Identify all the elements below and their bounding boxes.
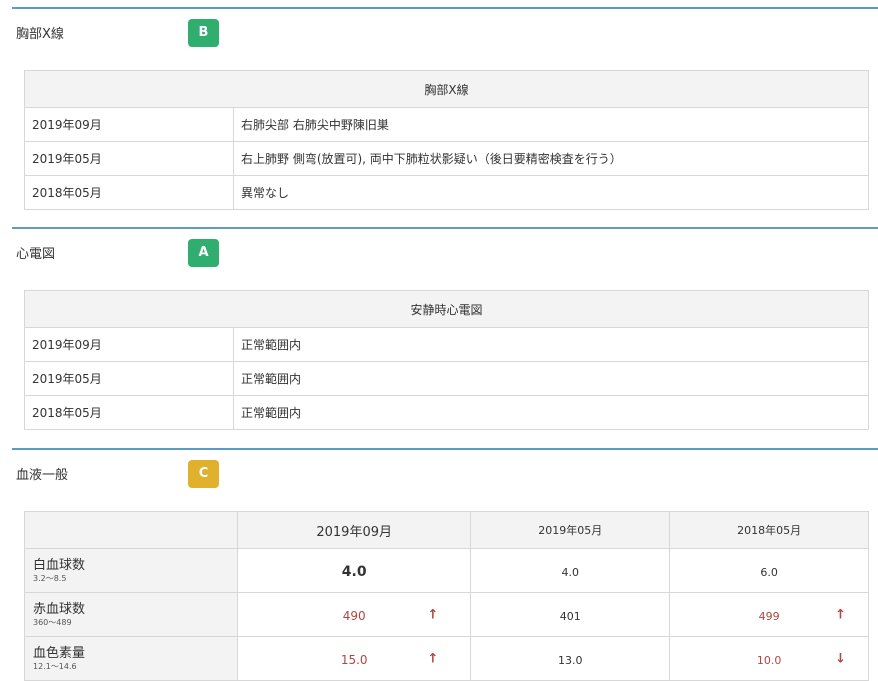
value-cell: 15.0 ↑: [236, 636, 472, 681]
reference-range: 12.1〜14.6: [33, 661, 77, 671]
column-header: 2018年05月: [669, 511, 869, 549]
reference-range: 3.2〜8.5: [33, 573, 67, 583]
table-row: 白血球数 3.2〜8.5 4.0 4.0 6.0: [24, 548, 869, 593]
ecg-section: 心電図 A 安静時心電図 2019年09月 正常範囲内 2019年05月 正常範…: [12, 227, 878, 430]
blood-section: 血液一般 C 2019年09月 2019年05月 2018年05月 白血球数 3…: [12, 448, 878, 681]
date-cell: 2019年05月: [24, 141, 234, 176]
arrow-down-icon: ↓: [835, 651, 846, 666]
result-cell: 右肺尖部 右肺尖中野陳旧巣: [233, 107, 869, 142]
value-cell: 6.0: [669, 548, 869, 593]
value-cell: 10.0 ↓: [669, 636, 869, 681]
date-cell: 2019年09月: [24, 107, 234, 142]
reference-range: 360〜489: [33, 617, 72, 627]
date-cell: 2019年09月: [24, 327, 234, 362]
chest-xray-table: 胸部X線 2019年09月 右肺尖部 右肺尖中野陳旧巣 2019年05月 右上肺…: [24, 70, 869, 210]
item-cell: 白血球数 3.2〜8.5: [24, 548, 238, 593]
value: 4.0: [561, 566, 580, 579]
table-row: 2018年05月 正常範囲内: [24, 395, 869, 430]
section-title: 胸部X線: [16, 27, 64, 42]
column-header: 2019年09月: [236, 511, 472, 549]
arrow-up-icon: ↑: [427, 607, 439, 622]
value-cell: 490 ↑: [236, 592, 472, 637]
table-row: 2019年09月 正常範囲内: [24, 327, 869, 362]
table-row: 2019年05月 右上肺野 側弯(放置可), 両中下肺粒状影疑い（後日要精密検査…: [24, 141, 869, 176]
arrow-up-icon: ↑: [427, 651, 439, 666]
result-cell: 正常範囲内: [233, 361, 869, 396]
item-name: 白血球数: [33, 557, 86, 573]
value: 15.0: [340, 653, 368, 667]
column-header: 2019年05月: [470, 511, 671, 549]
value-cell: 401: [470, 592, 671, 637]
item-header: [24, 511, 238, 549]
item-name: 赤血球数: [33, 601, 86, 617]
value-cell: 13.0: [470, 636, 671, 681]
value-cell: 499 ↑: [669, 592, 869, 637]
section-title: 血液一般: [16, 468, 69, 483]
result-cell: 異常なし: [233, 175, 869, 210]
value: 6.0: [760, 566, 778, 579]
table-header: 安静時心電図: [24, 290, 869, 328]
date-cell: 2018年05月: [24, 175, 234, 210]
ecg-table: 安静時心電図 2019年09月 正常範囲内 2019年05月 正常範囲内 201…: [24, 290, 869, 430]
result-cell: 正常範囲内: [233, 395, 869, 430]
value: 490: [342, 609, 366, 623]
table-row: 赤血球数 360〜489 490 ↑ 401 499 ↑: [24, 592, 869, 637]
value: 10.0: [756, 654, 782, 667]
table-header-row: 2019年09月 2019年05月 2018年05月: [24, 511, 869, 549]
value-cell: 4.0: [236, 548, 472, 593]
grade-badge: A: [188, 239, 219, 267]
item-cell: 血色素量 12.1〜14.6: [24, 636, 238, 681]
arrow-up-icon: ↑: [835, 607, 846, 622]
section-title: 心電図: [16, 247, 56, 262]
date-cell: 2019年05月: [24, 361, 234, 396]
value: 13.0: [558, 654, 583, 667]
result-cell: 正常範囲内: [233, 327, 869, 362]
value-cell: 4.0: [470, 548, 671, 593]
value: 499: [758, 610, 780, 623]
item-name: 血色素量: [33, 645, 86, 661]
value: 401: [559, 610, 581, 623]
table-header: 胸部X線: [24, 70, 869, 108]
grade-badge: B: [188, 19, 219, 47]
chest-xray-section: 胸部X線 B 胸部X線 2019年09月 右肺尖部 右肺尖中野陳旧巣 2019年…: [12, 7, 878, 210]
item-cell: 赤血球数 360〜489: [24, 592, 238, 637]
grade-badge: C: [188, 460, 219, 488]
table-row: 血色素量 12.1〜14.6 15.0 ↑ 13.0 10.0 ↓: [24, 636, 869, 681]
blood-table: 2019年09月 2019年05月 2018年05月 白血球数 3.2〜8.5 …: [24, 511, 869, 681]
table-row: 2019年09月 右肺尖部 右肺尖中野陳旧巣: [24, 107, 869, 142]
table-row: 2018年05月 異常なし: [24, 175, 869, 210]
result-cell: 右上肺野 側弯(放置可), 両中下肺粒状影疑い（後日要精密検査を行う）: [233, 141, 869, 176]
table-row: 2019年05月 正常範囲内: [24, 361, 869, 396]
date-cell: 2018年05月: [24, 395, 234, 430]
value: 4.0: [341, 564, 367, 580]
